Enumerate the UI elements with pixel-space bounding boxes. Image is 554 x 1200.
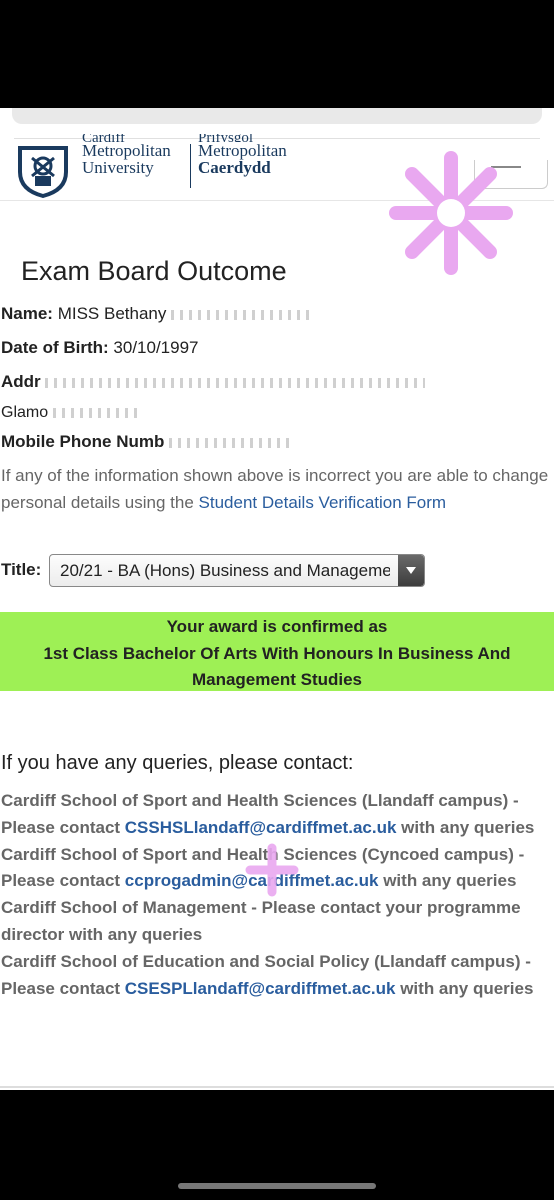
university-name-welsh: Prifysgol Metropolitan Caerdydd: [198, 134, 287, 177]
name-row: Name: MISS Bethany: [1, 304, 312, 324]
contact-text: with any queries: [396, 817, 535, 837]
contact-item: Cardiff School of Education and Social P…: [1, 949, 551, 1003]
contact-text: with any queries: [378, 871, 517, 891]
address-bar[interactable]: [12, 108, 542, 124]
uni-en-line2: University: [82, 158, 154, 177]
title-select-value: 20/21 - BA (Hons) Business and Managemen…: [60, 561, 390, 580]
title-label: Title:: [1, 560, 42, 579]
contact-text: Cardiff School of Management - Please co…: [1, 898, 521, 944]
award-line1: Your award is confirmed as: [166, 617, 388, 636]
name-label: Name:: [1, 304, 53, 323]
redaction: [171, 309, 312, 320]
redaction: [45, 377, 426, 388]
uni-en-line1: Metropolitan: [82, 141, 171, 160]
email-link[interactable]: CSESPLlandaff@cardiffmet.ac.uk: [125, 979, 396, 998]
sparkle-sticker-icon: [389, 151, 513, 275]
award-banner: Your award is confirmed as 1st Class Bac…: [0, 612, 554, 691]
page-bottom-divider: [0, 1086, 554, 1088]
name-value: MISS Bethany: [57, 304, 167, 323]
address-line2-value: Glamo: [1, 404, 49, 421]
info-notice: If any of the information shown above is…: [1, 462, 549, 516]
mobile-label: Mobile Phone Numb: [1, 432, 165, 451]
page-title: Exam Board Outcome: [21, 256, 287, 286]
address-row: Addr: [1, 372, 426, 392]
redaction: [169, 437, 290, 448]
award-line2: 1st Class Bachelor Of Arts With Honours …: [43, 643, 511, 663]
dob-label: Date of Birth:: [1, 338, 109, 357]
university-name-english: Cardiff Metropolitan University: [82, 134, 171, 177]
dropdown-arrow-icon: [398, 555, 424, 586]
address-line2: Glamo: [1, 404, 143, 422]
contact-text: with any queries: [395, 978, 534, 998]
university-crest-icon: [18, 146, 68, 198]
verification-form-link[interactable]: Student Details Verification Form: [199, 493, 447, 512]
email-link[interactable]: CSSHSLlandaff@cardiffmet.ac.uk: [125, 818, 397, 837]
contact-heading: If you have any queries, please contact:: [1, 752, 354, 774]
contact-item: Cardiff School of Sport and Health Scien…: [1, 788, 551, 842]
award-line3: Management Studies: [191, 670, 363, 689]
dob-row: Date of Birth: 30/10/1997: [1, 338, 199, 358]
sparkle-sticker-small-icon: [245, 843, 299, 897]
status-area: [0, 0, 554, 108]
title-select[interactable]: 20/21 - BA (Hons) Business and Managemen…: [49, 554, 425, 587]
dob-value: 30/10/1997: [113, 338, 199, 357]
address-label: Addr: [1, 372, 41, 391]
logo-separator: [190, 144, 191, 188]
contact-item: Cardiff School of Management - Please co…: [1, 895, 551, 949]
uni-cy-line1: Metropolitan: [198, 141, 287, 160]
mobile-row: Mobile Phone Numb: [1, 432, 290, 452]
uni-cy-line2: Caerdydd: [198, 158, 271, 177]
browser-page: Cardiff Metropolitan University Prifysgo…: [0, 108, 554, 1090]
redaction: [52, 407, 143, 418]
home-indicator[interactable]: [178, 1183, 376, 1189]
